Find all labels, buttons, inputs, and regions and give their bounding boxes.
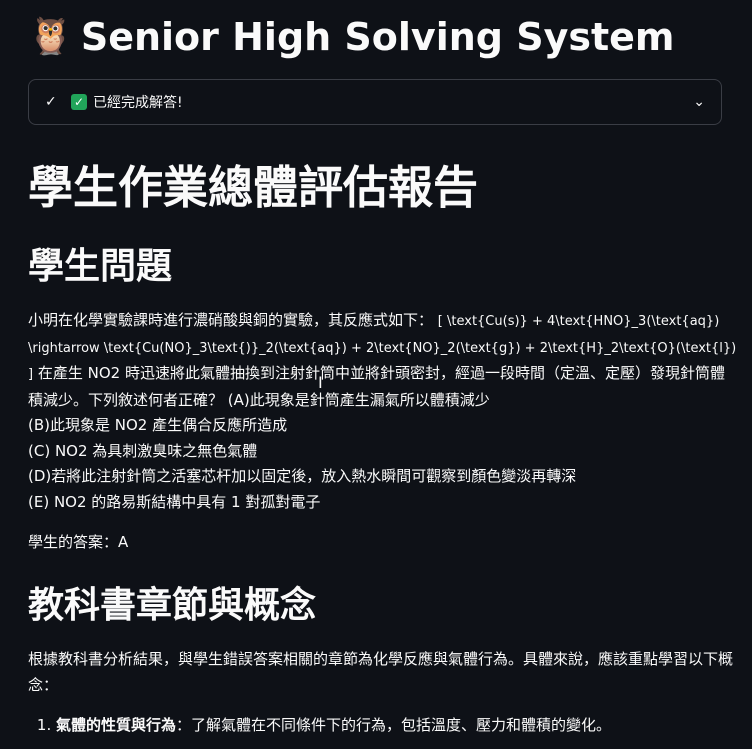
question-intro: 小明在化學實驗課時進行濃硝酸與銅的實驗，其反應式如下： (28, 311, 434, 329)
option-c: (C) NO2 為具刺激臭味之無色氣體 (28, 441, 258, 460)
concept-list: 氣體的性質與行為：了解氣體在不同條件下的行為，包括溫度、壓力和體積的變化。 (28, 712, 752, 744)
owl-icon: 🦉 (28, 16, 73, 57)
student-answer: 學生的答案：A (28, 533, 129, 551)
option-b: (B)此現象是 NO2 產生偶合反應所造成 (28, 416, 288, 434)
report-title: 學生作業總體評估報告 (28, 161, 479, 214)
text-cursor-icon: I (318, 373, 323, 392)
analysis-text: 根據教科書分析結果，與學生錯誤答案相關的章節為化學反應與氣體行為。具體來說，應該… (28, 650, 734, 694)
concept-text: ：了解氣體在不同條件下的行為，包括溫度、壓力和體積的變化。 (176, 716, 612, 734)
textbook-heading: 教科書章節與概念 (28, 585, 317, 626)
concept-item: 氣體的性質與行為：了解氣體在不同條件下的行為，包括溫度、壓力和體積的變化。 (56, 712, 752, 738)
question-text: 小明在化學實驗課時進行濃硝酸與銅的實驗，其反應式如下： [ \text{Cu(s… (28, 308, 738, 515)
option-e: (E) NO2 的路易斯結構中具有 1 對孤對電子 (28, 492, 321, 511)
status-text: 已經完成解答! (93, 95, 183, 111)
concept-label: 氣體的性質與行為 (56, 716, 177, 734)
green-check-icon: ✓ (71, 94, 87, 110)
status-expander[interactable]: ✓ ✓ 已經完成解答! ⌄ (28, 79, 722, 125)
option-d: (D)若將此注射針筒之活塞芯杆加以固定後，放入熱水瞬間可觀察到顏色變淡再轉深 (28, 467, 577, 485)
question-heading: 學生問題 (28, 246, 173, 287)
chevron-down-icon[interactable]: ⌄ (693, 94, 705, 110)
check-icon: ✓ (45, 94, 57, 110)
app-title-text: Senior High Solving System (80, 15, 675, 59)
question-body: 在產生 NO2 時迅速將此氣體抽換到注射針筒中並將針頭密封，經過一段時間（定溫、… (28, 364, 725, 409)
app-title: 🦉 Senior High Solving System (28, 12, 675, 62)
